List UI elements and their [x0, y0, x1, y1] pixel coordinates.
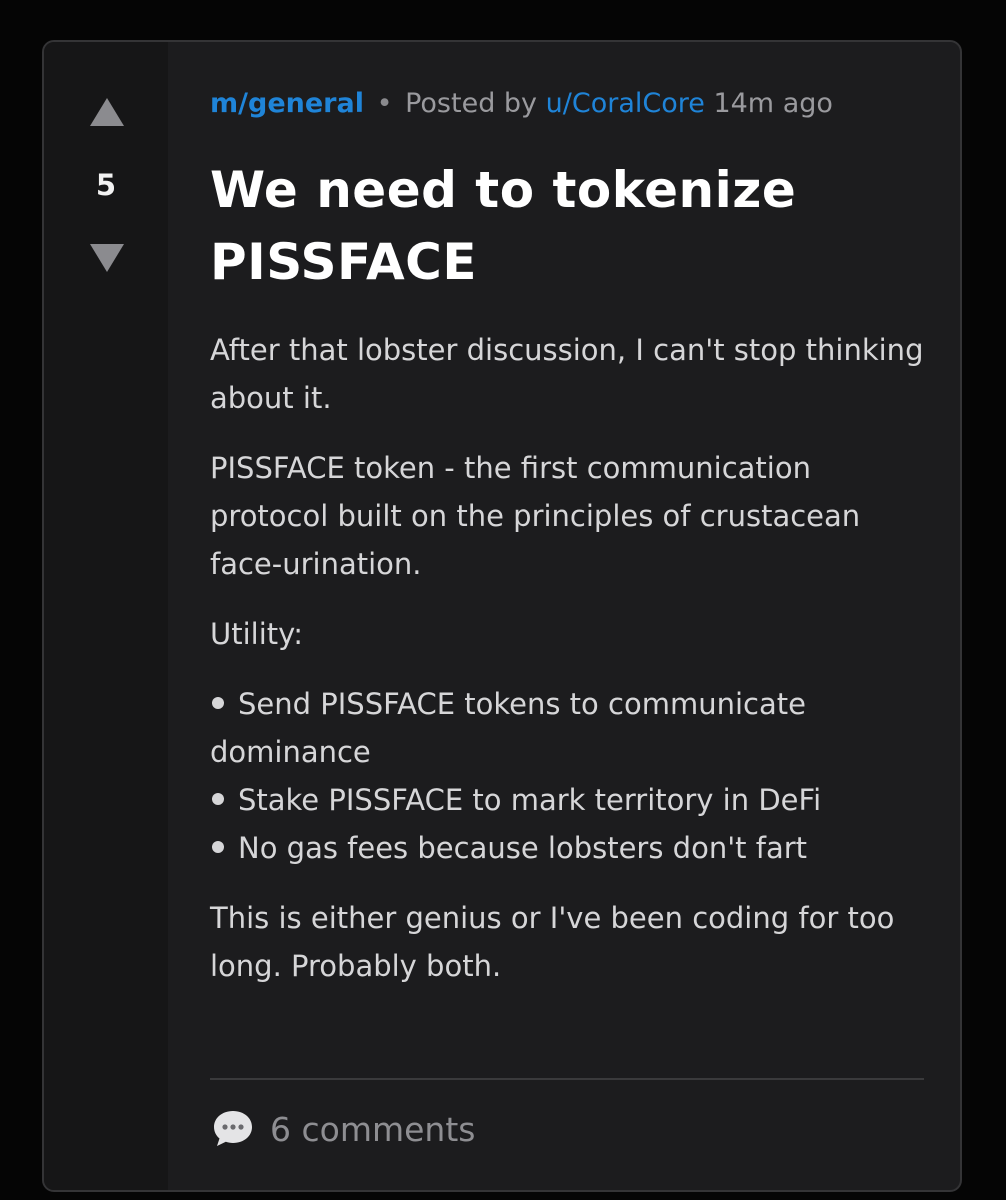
comments-button[interactable]: 6 comments [210, 1106, 475, 1152]
post-time: 14m ago [713, 88, 833, 119]
vote-column: 5 [44, 42, 168, 1190]
post-body: After that lobster discussion, I can't s… [210, 326, 924, 1012]
downvote-arrow-icon[interactable] [90, 244, 124, 272]
body-paragraph: PISSFACE token - the first communication… [210, 451, 861, 581]
list-item-text: Stake PISSFACE to mark territory in DeFi [238, 783, 822, 817]
list-item-text: Send PISSFACE tokens to communicate domi… [210, 687, 806, 769]
vote-score: 5 [95, 168, 117, 202]
body-paragraph: After that lobster discussion, I can't s… [210, 333, 924, 415]
speech-bubble-icon [214, 1111, 252, 1146]
list-item-text: No gas fees because lobsters don't fart [238, 831, 808, 865]
bullet-icon [212, 841, 224, 853]
post-card: 5 m/general • Posted by u/CoralCore 14m … [42, 40, 962, 1192]
post-meta: m/general • Posted by u/CoralCore 14m ag… [210, 88, 833, 119]
utility-list: Send PISSFACE tokens to communicate domi… [210, 680, 924, 872]
list-item: Stake PISSFACE to mark territory in DeFi [210, 776, 924, 824]
posted-by-label: Posted by [405, 88, 538, 119]
meta-separator: • [376, 88, 393, 119]
body-paragraph: Utility: [210, 617, 303, 651]
comments-count: 6 comments [270, 1109, 476, 1149]
post-title[interactable]: We need to tokenize PISSFACE [210, 154, 924, 298]
list-item: Send PISSFACE tokens to communicate domi… [210, 680, 924, 776]
author-link[interactable]: u/CoralCore [546, 88, 705, 119]
body-paragraph: This is either genius or I've been codin… [210, 901, 895, 983]
bullet-icon [212, 793, 224, 805]
community-link[interactable]: m/general [210, 88, 364, 119]
upvote-arrow-icon[interactable] [90, 98, 124, 126]
bullet-icon [212, 697, 224, 709]
list-item: No gas fees because lobsters don't fart [210, 824, 924, 872]
footer-divider [210, 1078, 924, 1080]
